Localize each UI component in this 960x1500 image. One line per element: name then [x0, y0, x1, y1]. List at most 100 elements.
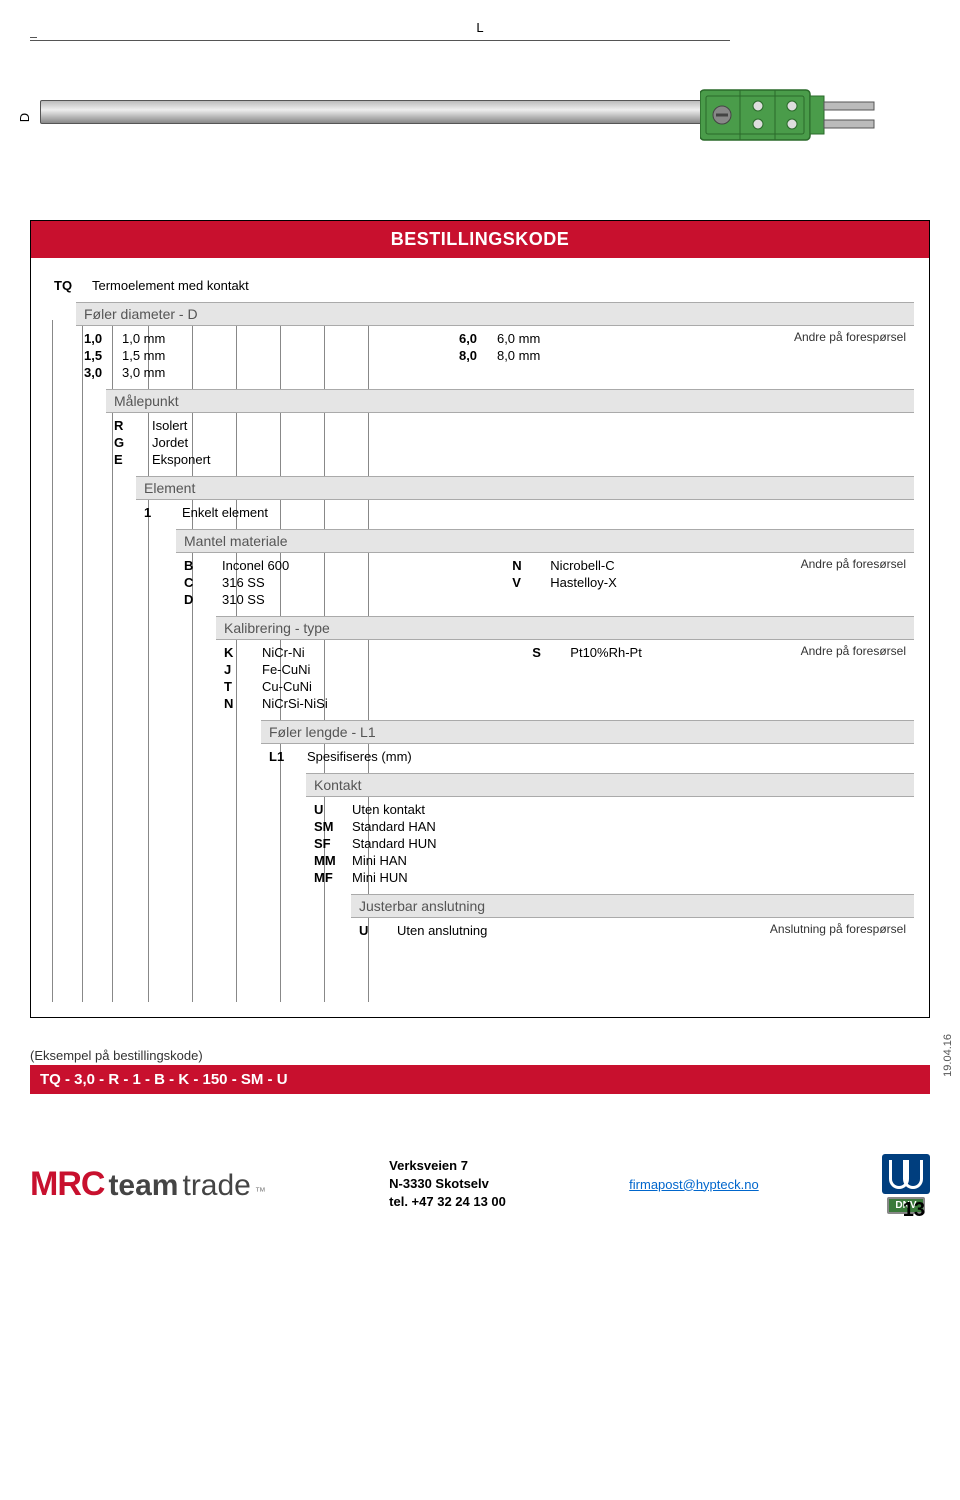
kv-val: NiCrSi-NiSi [262, 696, 328, 711]
diameter-note: Andre på forespørsel [794, 330, 906, 344]
kv-val: 1,5 mm [122, 348, 165, 363]
title-bar: BESTILLINGSKODE [30, 220, 930, 258]
mantel-header: Mantel materiale [176, 529, 914, 553]
logo-team-text: team [108, 1169, 178, 1203]
kv-val: Enkelt element [182, 505, 268, 520]
kv-val: Pt10%Rh-Pt [570, 645, 642, 660]
kv-key: 8,0 [459, 348, 489, 363]
kv-val: 1,0 mm [122, 331, 165, 346]
kv-key: E [114, 452, 144, 467]
kv-key: J [224, 662, 254, 677]
kv-key: R [114, 418, 144, 433]
kv-key: K [224, 645, 254, 660]
kv-val: 6,0 mm [497, 331, 540, 346]
kalibrering-header: Kalibrering - type [216, 616, 914, 640]
email-link[interactable]: firmapost@hypteck.no [629, 1177, 759, 1192]
connector-plug [700, 80, 900, 150]
kv-key: MM [314, 853, 344, 868]
node-length: Føler lengde - L1 L1 Spesifiseres (mm) [261, 720, 914, 773]
logo-mrc-text: MRC [30, 1165, 104, 1204]
node-justerbar: Justerbar anslutning Anslutning på fores… [351, 894, 914, 947]
kv-key: SM [314, 819, 344, 834]
product-code: TQ [54, 278, 84, 293]
kv-key: 3,0 [84, 365, 114, 380]
justerbar-note: Anslutning på forespørsel [770, 922, 906, 936]
kv-val: Isolert [152, 418, 187, 433]
kv-val: Mini HUN [352, 870, 408, 885]
kv-val: Uten kontakt [352, 802, 425, 817]
kv-key: SF [314, 836, 344, 851]
kv-val: Eksponert [152, 452, 211, 467]
kv-key: C [184, 575, 214, 590]
kv-val: 8,0 mm [497, 348, 540, 363]
malepunkt-header: Målepunkt [106, 389, 914, 413]
kv-val: Hastelloy-X [550, 575, 616, 590]
mantel-note: Andre på foresørsel [801, 557, 906, 571]
product-label: Termoelement med kontakt [92, 278, 249, 293]
kv-key: N [224, 696, 254, 711]
anchor-icon [882, 1154, 930, 1194]
example-label: (Eksempel på bestillingskode) [30, 1048, 930, 1063]
kv-val: 316 SS [222, 575, 265, 590]
kv-key: 1,5 [84, 348, 114, 363]
logo-tm: ™ [255, 1186, 266, 1198]
length-header: Føler lengde - L1 [261, 720, 914, 744]
kv-val: 310 SS [222, 592, 265, 607]
kv-val: Uten anslutning [397, 923, 487, 938]
kv-val: Standard HUN [352, 836, 437, 851]
kv-key: 1 [144, 505, 174, 520]
kv-val: Nicrobell-C [550, 558, 614, 573]
kv-val: NiCr-Ni [262, 645, 305, 660]
kv-key: V [512, 575, 542, 590]
kv-key: L1 [269, 749, 299, 764]
node-diameter: Føler diameter - D Andre på forespørsel … [76, 302, 914, 389]
kv-key: 1,0 [84, 331, 114, 346]
node-kalibrering: Kalibrering - type Andre på foresørsel K… [216, 616, 914, 720]
mrc-logo: MRC teamtrade ™ [30, 1165, 266, 1204]
addr-line1: Verksveien 7 [389, 1157, 506, 1175]
address-block: Verksveien 7 N-3330 Skotselv tel. +47 32… [389, 1157, 506, 1212]
title-text: BESTILLINGSKODE [391, 229, 570, 249]
node-malepunkt: Målepunkt R Isolert G Jordet E Eksponert [106, 389, 914, 476]
kv-val: Fe-CuNi [262, 662, 310, 677]
kv-val: Standard HAN [352, 819, 436, 834]
kv-val: Spesifiseres (mm) [307, 749, 412, 764]
node-element: Element 1Enkelt element [136, 476, 914, 529]
technical-drawing: L D [30, 20, 930, 170]
kv-val: Cu-CuNi [262, 679, 312, 694]
kalibrering-note: Andre på foresørsel [801, 644, 906, 658]
kontakt-header: Kontakt [306, 773, 914, 797]
kv-val: Mini HAN [352, 853, 407, 868]
kv-key: D [184, 592, 214, 607]
justerbar-header: Justerbar anslutning [351, 894, 914, 918]
probe-body [40, 100, 710, 124]
ordering-tree: TQ Termoelement med kontakt Føler diamet… [30, 258, 930, 1018]
date-code: 19.04.16 [942, 1034, 954, 1077]
kv-key: MF [314, 870, 344, 885]
dimension-label-L: L [476, 20, 483, 35]
logo-trade-text: trade [182, 1169, 250, 1203]
footer: MRC teamtrade ™ Verksveien 7 N-3330 Skot… [30, 1154, 930, 1214]
product-row: TQ Termoelement med kontakt [54, 277, 906, 294]
kv-key: U [359, 923, 389, 938]
example-bar: TQ - 3,0 - R - 1 - B - K - 150 - SM - U [30, 1065, 930, 1094]
dimension-line-L [30, 40, 730, 41]
node-product: TQ Termoelement med kontakt [46, 273, 914, 302]
dimension-label-D: D [17, 113, 32, 122]
kv-key: B [184, 558, 214, 573]
example-code: TQ - 3,0 - R - 1 - B - K - 150 - SM - U [40, 1071, 288, 1088]
page-number: 13 [903, 1199, 925, 1222]
kv-val: 3,0 mm [122, 365, 165, 380]
kv-key: N [512, 558, 542, 573]
diameter-header: Føler diameter - D [76, 302, 914, 326]
kv-key: 6,0 [459, 331, 489, 346]
kv-key: S [532, 645, 562, 660]
node-mantel: Mantel materiale Andre på foresørsel B In… [176, 529, 914, 616]
kv-key: G [114, 435, 144, 450]
kv-val: Jordet [152, 435, 188, 450]
addr-line2: N-3330 Skotselv [389, 1175, 506, 1193]
kv-val: Inconel 600 [222, 558, 289, 573]
kv-key: U [314, 802, 344, 817]
node-kontakt: Kontakt U Uten kontakt SM Standard HAN SF S… [306, 773, 914, 894]
addr-line3: tel. +47 32 24 13 00 [389, 1193, 506, 1211]
